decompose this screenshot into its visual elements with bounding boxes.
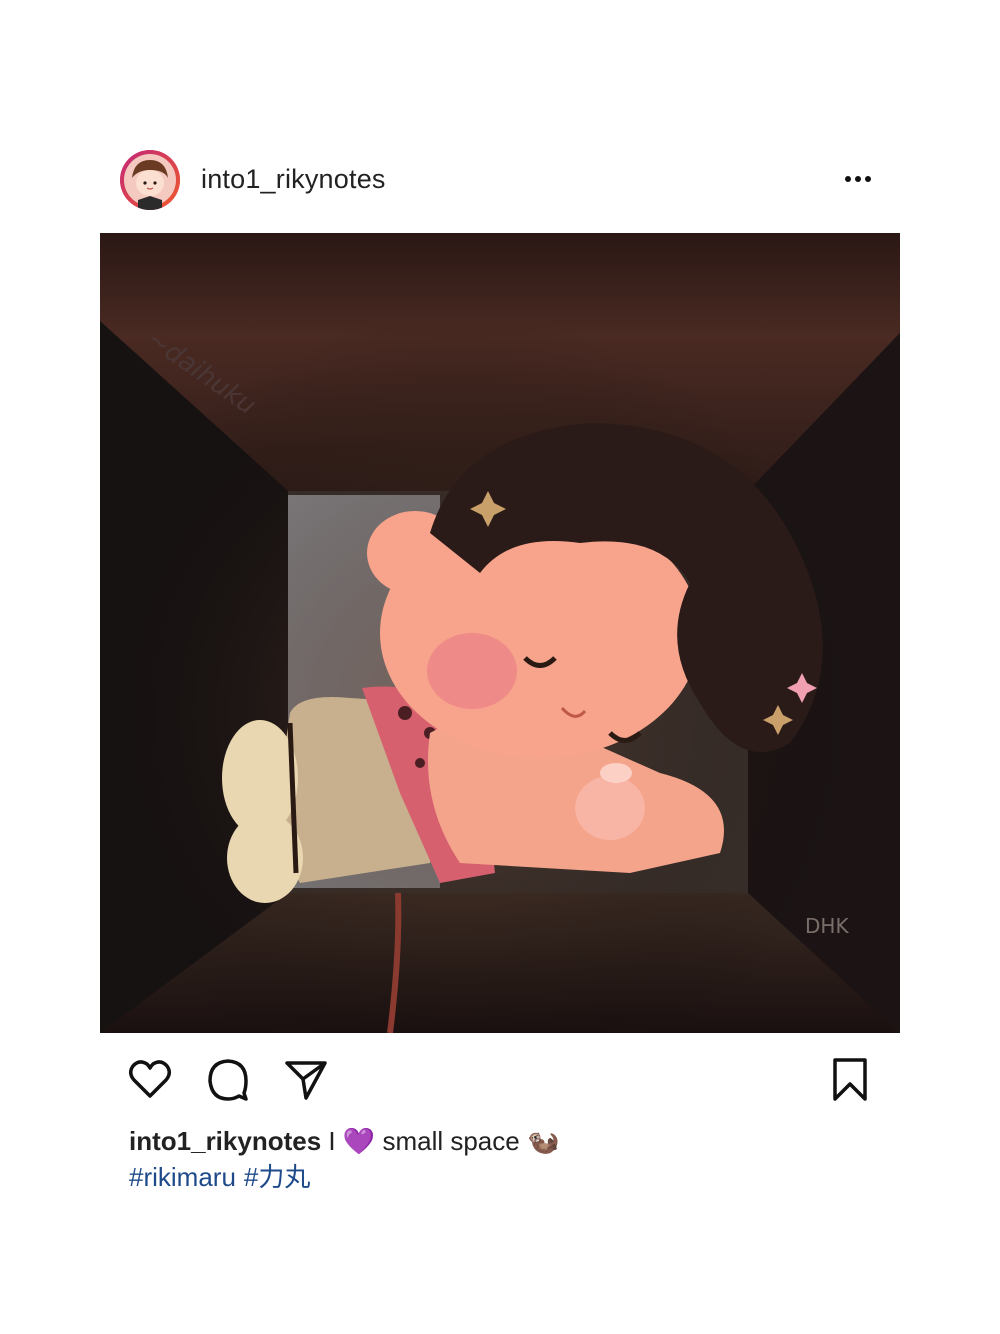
hashtag-rikimaru-kanji[interactable]: #力丸: [244, 1162, 310, 1192]
more-options-icon[interactable]: [838, 164, 878, 194]
hashtag-list: #rikimaru #力丸: [129, 1160, 318, 1195]
post-header: into1_rikynotes: [100, 146, 900, 214]
avatar[interactable]: [120, 150, 180, 210]
send-icon[interactable]: [282, 1055, 330, 1103]
post-username[interactable]: into1_rikynotes: [201, 164, 386, 195]
post-caption: into1_rikynotes I 💜 small space 🦦: [129, 1124, 889, 1159]
post-image[interactable]: ~daihuku DHK: [100, 233, 900, 1033]
bookmark-icon[interactable]: [826, 1055, 874, 1103]
post-actions: [100, 1055, 900, 1105]
caption-text: I 💜 small space 🦦: [328, 1126, 560, 1156]
illustration-sleeping-character-in-box: ~daihuku DHK: [100, 233, 900, 1033]
heart-icon[interactable]: [126, 1055, 174, 1103]
comment-icon[interactable]: [204, 1055, 252, 1103]
caption-username[interactable]: into1_rikynotes: [129, 1126, 321, 1156]
watermark-bottom: DHK: [805, 914, 849, 938]
hashtag-rikimaru[interactable]: #rikimaru: [129, 1162, 236, 1192]
avatar-illustration: [120, 150, 180, 210]
